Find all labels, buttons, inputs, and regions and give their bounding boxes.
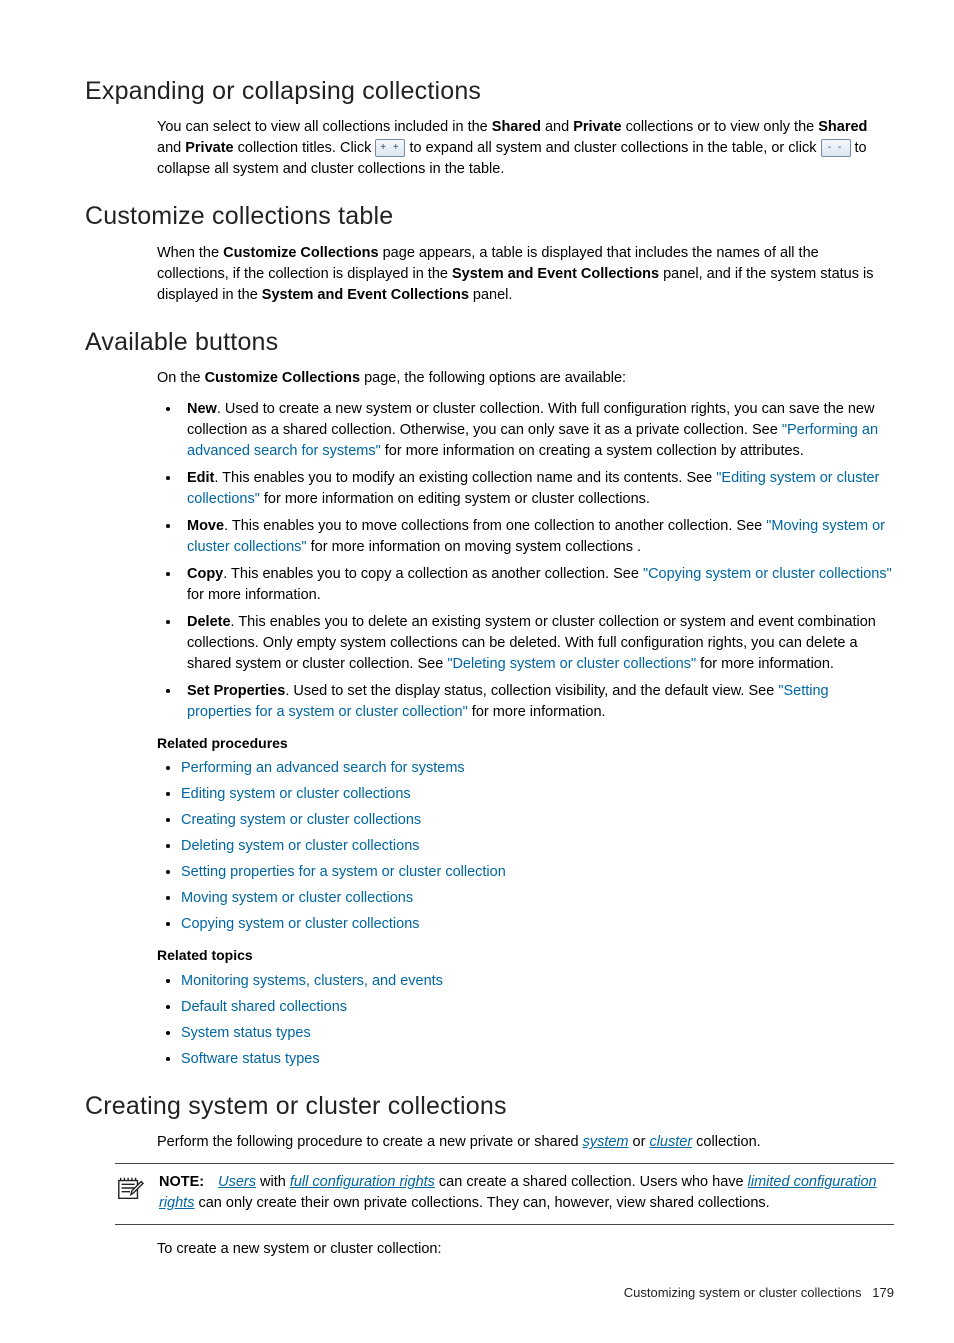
- link-rel-top[interactable]: Default shared collections: [181, 999, 347, 1015]
- list-item: Setting properties for a system or clust…: [181, 862, 894, 883]
- list-item: Copying system or cluster collections: [181, 914, 894, 935]
- page-footer: Customizing system or cluster collection…: [85, 1284, 894, 1303]
- glossary-full-config[interactable]: full configuration rights: [290, 1174, 435, 1190]
- link-rel-top[interactable]: System status types: [181, 1025, 311, 1041]
- list-item: Move. This enables you to move collectio…: [181, 516, 894, 558]
- list-item: Default shared collections: [181, 997, 894, 1018]
- related-procedures-head: Related procedures: [157, 733, 894, 753]
- link-rel-proc[interactable]: Deleting system or cluster collections: [181, 838, 420, 854]
- link-deleting[interactable]: "Deleting system or cluster collections": [447, 656, 696, 672]
- sec4-body2: To create a new system or cluster collec…: [157, 1239, 894, 1260]
- link-rel-proc[interactable]: Performing an advanced search for system…: [181, 760, 465, 776]
- list-item: Moving system or cluster collections: [181, 888, 894, 909]
- sec2-para: When the Customize Collections page appe…: [157, 243, 894, 306]
- sec4-intro: Perform the following procedure to creat…: [157, 1132, 894, 1153]
- sec4-lead: To create a new system or cluster collec…: [157, 1239, 894, 1260]
- link-copying[interactable]: "Copying system or cluster collections": [643, 566, 892, 582]
- link-rel-proc[interactable]: Copying system or cluster collections: [181, 916, 420, 932]
- button-list: New. Used to create a new system or clus…: [157, 399, 894, 723]
- sec3-body: On the Customize Collections page, the f…: [157, 368, 894, 1070]
- list-item: New. Used to create a new system or clus…: [181, 399, 894, 462]
- link-rel-proc[interactable]: Moving system or cluster collections: [181, 890, 413, 906]
- related-procedures-list: Performing an advanced search for system…: [157, 758, 894, 935]
- heading-creating: Creating system or cluster collections: [85, 1088, 894, 1124]
- expand-icon: + +: [375, 139, 405, 157]
- glossary-system[interactable]: system: [583, 1134, 629, 1150]
- heading-available-buttons: Available buttons: [85, 324, 894, 360]
- list-item: Delete. This enables you to delete an ex…: [181, 612, 894, 675]
- link-rel-top[interactable]: Monitoring systems, clusters, and events: [181, 973, 443, 989]
- note-block: NOTE:Users with full configuration right…: [115, 1163, 894, 1225]
- list-item: Copy. This enables you to copy a collect…: [181, 564, 894, 606]
- sec1-para: You can select to view all collections i…: [157, 117, 894, 180]
- list-item: Monitoring systems, clusters, and events: [181, 971, 894, 992]
- link-rel-top[interactable]: Software status types: [181, 1051, 320, 1067]
- related-topics-head: Related topics: [157, 945, 894, 965]
- note-icon: [115, 1172, 145, 1214]
- list-item: Deleting system or cluster collections: [181, 836, 894, 857]
- list-item: Creating system or cluster collections: [181, 810, 894, 831]
- link-rel-proc[interactable]: Creating system or cluster collections: [181, 812, 421, 828]
- list-item: Set Properties. Used to set the display …: [181, 681, 894, 723]
- link-rel-proc[interactable]: Editing system or cluster collections: [181, 786, 411, 802]
- heading-expanding: Expanding or collapsing collections: [85, 73, 894, 109]
- note-text: NOTE:Users with full configuration right…: [159, 1172, 894, 1214]
- list-item: Editing system or cluster collections: [181, 784, 894, 805]
- link-rel-proc[interactable]: Setting properties for a system or clust…: [181, 864, 506, 880]
- glossary-cluster[interactable]: cluster: [649, 1134, 692, 1150]
- sec3-intro: On the Customize Collections page, the f…: [157, 368, 894, 389]
- collapse-icon: - -: [821, 139, 851, 157]
- heading-customize-table: Customize collections table: [85, 198, 894, 234]
- sec2-body: When the Customize Collections page appe…: [157, 243, 894, 306]
- sec4-body: Perform the following procedure to creat…: [157, 1132, 894, 1153]
- list-item: System status types: [181, 1023, 894, 1044]
- list-item: Edit. This enables you to modify an exis…: [181, 468, 894, 510]
- glossary-users[interactable]: Users: [218, 1174, 256, 1190]
- list-item: Performing an advanced search for system…: [181, 758, 894, 779]
- related-topics-list: Monitoring systems, clusters, and events…: [157, 971, 894, 1070]
- list-item: Software status types: [181, 1049, 894, 1070]
- sec1-body: You can select to view all collections i…: [157, 117, 894, 180]
